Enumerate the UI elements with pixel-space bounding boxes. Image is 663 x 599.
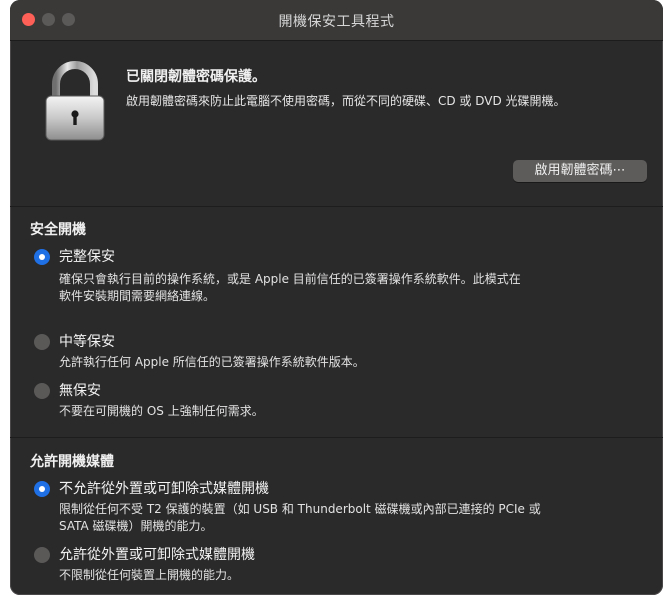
full-security-desc-line1: 確保只會執行目前的操作系統，或是 Apple 目前信任的已簽署操作系統軟件。此模…: [59, 272, 521, 286]
section-divider: [10, 437, 663, 438]
firmware-status-heading: 已關閉韌體密碼保護。: [126, 69, 266, 85]
allow-external-boot-desc: 不限制從任何裝置上開機的能力。: [59, 568, 240, 582]
disallow-external-boot-desc-line1: 限制從任何不受 T2 保護的裝置（如 USB 和 Thunderbolt 磁碟機…: [59, 502, 541, 516]
enable-firmware-password-button[interactable]: 啟用韌體密碼⋯: [513, 160, 647, 182]
medium-security-radio[interactable]: [34, 334, 50, 350]
allow-external-boot-label[interactable]: 允許從外置或可卸除式媒體開機: [59, 544, 255, 564]
lock-icon: [45, 61, 105, 141]
boot-media-title: 允許開機媒體: [30, 454, 114, 470]
medium-security-label[interactable]: 中等保安: [59, 331, 115, 351]
window-title: 開機保安工具程式: [278, 14, 395, 30]
title-bar: 開機保安工具程式: [10, 0, 663, 41]
allow-external-boot-radio[interactable]: [34, 547, 50, 563]
full-security-radio[interactable]: [34, 249, 50, 265]
disallow-external-boot-label[interactable]: 不允許從外置或可卸除式媒體開機: [59, 478, 269, 498]
no-security-desc: 不要在可開機的 OS 上強制任何需求。: [59, 404, 264, 418]
section-divider: [10, 206, 663, 207]
full-security-label[interactable]: 完整保安: [59, 246, 115, 266]
no-security-label[interactable]: 無保安: [59, 380, 101, 400]
startup-security-window: 開機保安工具程式 已關閉韌體密碼保護。 啟用韌體密碼來防止此電腦不使用密碼，而從…: [10, 0, 663, 595]
disallow-external-boot-desc-line2: SATA 磁碟機）開機的能力。: [59, 519, 213, 533]
disallow-external-boot-radio[interactable]: [34, 481, 50, 497]
firmware-description: 啟用韌體密碼來防止此電腦不使用密碼，而從不同的硬碟、CD 或 DVD 光碟開機。: [126, 94, 566, 108]
no-security-radio[interactable]: [34, 383, 50, 399]
full-security-desc-line2: 軟件安裝期間需要網絡連線。: [59, 289, 216, 303]
medium-security-desc: 允許執行任何 Apple 所信任的已簽署操作系統軟件版本。: [59, 355, 365, 369]
secure-boot-title: 安全開機: [30, 222, 86, 238]
